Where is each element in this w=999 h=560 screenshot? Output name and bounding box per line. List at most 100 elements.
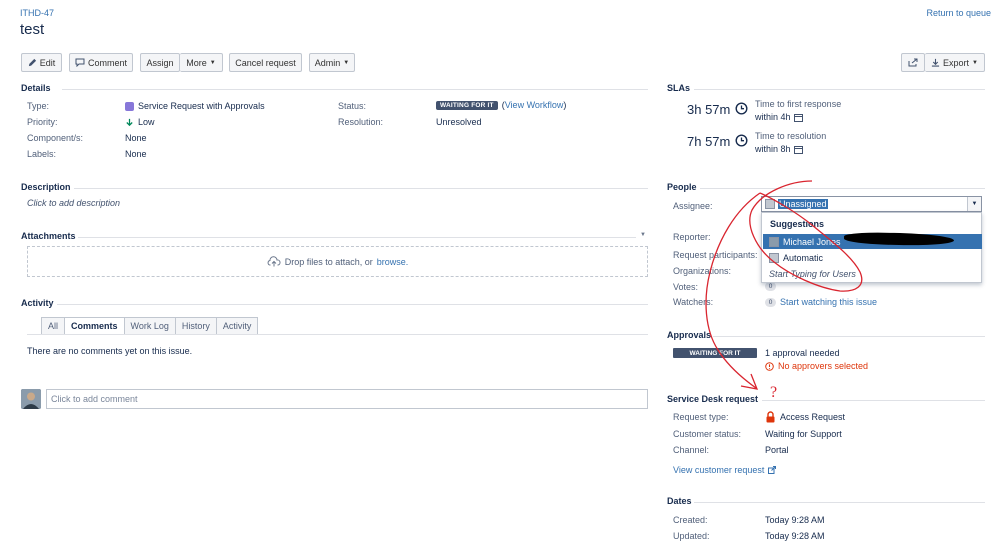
divider bbox=[74, 188, 648, 189]
resolution-label: Resolution: bbox=[338, 117, 384, 127]
approvers-error-text: No approvers selected bbox=[778, 361, 869, 371]
share-icon bbox=[908, 58, 918, 67]
chevron-down-icon: ▼ bbox=[209, 59, 216, 66]
tab-work-log[interactable]: Work Log bbox=[124, 317, 176, 335]
suggestion-label: Michael Jones bbox=[783, 236, 841, 247]
divider bbox=[762, 400, 985, 401]
admin-button[interactable]: Admin ▼ bbox=[309, 53, 355, 72]
pencil-icon bbox=[28, 58, 36, 67]
export-icon bbox=[931, 58, 940, 67]
approvals-needed-text: 1 approval needed bbox=[765, 348, 840, 358]
user-avatar-icon bbox=[765, 199, 775, 209]
votes-label: Votes: bbox=[673, 282, 699, 292]
created-value: Today 9:28 AM bbox=[765, 515, 825, 525]
error-icon bbox=[765, 361, 774, 371]
calendar-icon bbox=[793, 145, 803, 154]
annotation-arrow-stroke bbox=[705, 192, 761, 390]
description-field[interactable]: Click to add description bbox=[27, 198, 120, 208]
admin-label: Admin bbox=[314, 57, 341, 68]
suggestions-heading: Suggestions bbox=[770, 219, 825, 229]
issue-key-link[interactable]: ITHD-47 bbox=[20, 8, 54, 18]
issue-title[interactable]: test bbox=[20, 21, 44, 38]
comment-button[interactable]: Comment bbox=[69, 53, 133, 72]
chevron-down-icon[interactable]: ▼ bbox=[967, 197, 981, 211]
tab-history[interactable]: History bbox=[175, 317, 217, 335]
created-label: Created: bbox=[673, 515, 708, 525]
updated-value: Today 9:28 AM bbox=[765, 531, 825, 541]
type-text: Service Request with Approvals bbox=[138, 101, 265, 111]
no-comments-text: There are no comments yet on this issue. bbox=[27, 346, 193, 356]
clock-icon bbox=[735, 134, 748, 147]
sla-time-resolution: 7h 57m bbox=[687, 134, 731, 149]
assignee-suggestions-dropdown: Suggestions Michael Jones Automatic Star… bbox=[761, 212, 982, 283]
sla-goal-text: within 8h bbox=[755, 144, 791, 154]
status-lozenge[interactable]: WAITING FOR IT bbox=[436, 100, 498, 110]
details-heading: Details bbox=[21, 83, 51, 93]
reporter-label: Reporter: bbox=[673, 232, 711, 242]
activity-heading: Activity bbox=[21, 298, 54, 308]
priority-text: Low bbox=[138, 117, 155, 127]
labels-value[interactable]: None bbox=[125, 149, 147, 159]
chevron-down-icon[interactable]: ▼ bbox=[640, 232, 646, 238]
priority-value[interactable]: Low bbox=[125, 117, 155, 127]
divider bbox=[700, 188, 985, 189]
channel-label: Channel: bbox=[673, 445, 710, 455]
description-heading: Description bbox=[21, 182, 71, 192]
edit-button[interactable]: Edit bbox=[21, 53, 62, 72]
updated-label: Updated: bbox=[673, 531, 710, 541]
cancel-request-button[interactable]: Cancel request bbox=[229, 53, 302, 72]
browse-link[interactable]: browse. bbox=[377, 257, 409, 267]
assign-label: Assign bbox=[146, 57, 174, 68]
suggestion-hint: Start Typing for Users bbox=[769, 268, 856, 279]
edit-label: Edit bbox=[39, 57, 56, 68]
view-workflow-link[interactable]: View Workflow bbox=[505, 100, 564, 110]
request-type-text: Access Request bbox=[780, 412, 846, 422]
people-heading: People bbox=[667, 182, 697, 192]
request-type-label: Request type: bbox=[673, 412, 729, 422]
components-label: Component/s: bbox=[27, 133, 84, 143]
watchers-label: Watchers: bbox=[673, 297, 714, 307]
calendar-icon bbox=[793, 113, 803, 122]
share-button[interactable] bbox=[901, 53, 925, 72]
status-value: WAITING FOR IT (View Workflow) bbox=[436, 100, 566, 110]
approvers-error: No approvers selected bbox=[765, 361, 868, 371]
votes-value[interactable]: 0 bbox=[765, 282, 776, 291]
attachments-heading: Attachments bbox=[21, 231, 76, 241]
tab-all[interactable]: All bbox=[41, 317, 66, 335]
assignee-select[interactable]: Unassigned ▼ bbox=[761, 196, 982, 212]
resolution-value: Unresolved bbox=[436, 117, 482, 127]
tab-activity[interactable]: Activity bbox=[216, 317, 259, 335]
avatar bbox=[21, 389, 41, 409]
sla-name-first-response: Time to first response bbox=[755, 99, 842, 109]
clock-icon bbox=[735, 102, 748, 115]
more-button[interactable]: More ▼ bbox=[180, 53, 223, 72]
labels-label: Labels: bbox=[27, 149, 57, 159]
drop-text: Drop files to attach, or bbox=[284, 256, 373, 267]
view-customer-request[interactable]: View customer request bbox=[673, 465, 777, 475]
comment-label: Comment bbox=[87, 57, 127, 68]
export-label: Export bbox=[943, 57, 970, 68]
return-to-queue-link[interactable]: Return to queue bbox=[926, 8, 991, 18]
assign-button[interactable]: Assign bbox=[140, 53, 180, 72]
components-value[interactable]: None bbox=[125, 133, 147, 143]
attachment-dropzone[interactable]: Drop files to attach, or browse. bbox=[27, 246, 648, 277]
add-comment-input[interactable] bbox=[46, 389, 648, 409]
cancel-request-label: Cancel request bbox=[235, 57, 296, 68]
start-watching-link[interactable]: Start watching this issue bbox=[780, 297, 877, 307]
organizations-label: Organizations: bbox=[673, 266, 732, 276]
activity-tabs: All Comments Work Log History Activity bbox=[41, 317, 259, 335]
votes-count: 0 bbox=[765, 282, 776, 291]
view-customer-request-link[interactable]: View customer request bbox=[673, 465, 764, 475]
tab-comments[interactable]: Comments bbox=[65, 317, 125, 335]
export-button[interactable]: Export ▼ bbox=[925, 53, 985, 72]
user-avatar-icon bbox=[769, 252, 779, 263]
lock-icon bbox=[766, 411, 775, 423]
upload-cloud-icon bbox=[267, 256, 281, 267]
assignee-label: Assignee: bbox=[673, 201, 713, 211]
suggestion-item-automatic[interactable]: Automatic bbox=[763, 250, 982, 265]
divider bbox=[57, 304, 648, 305]
assignee-selected-text: Unassigned bbox=[778, 199, 828, 209]
type-value[interactable]: Service Request with Approvals bbox=[125, 101, 265, 111]
approvals-heading: Approvals bbox=[667, 330, 712, 340]
comment-icon bbox=[75, 58, 85, 67]
